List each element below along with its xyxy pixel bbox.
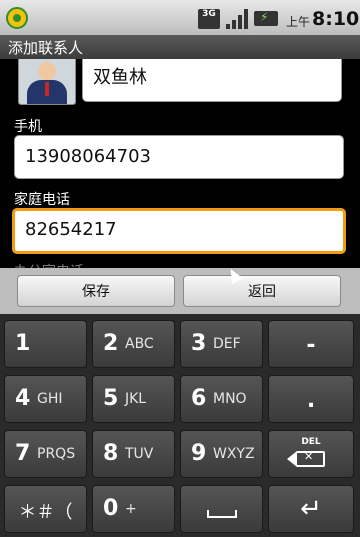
title-bar: 添加联系人 [0,35,360,60]
back-button[interactable]: 返回 [183,275,341,307]
key-7-digit: 7 [15,441,31,466]
home-phone-field[interactable]: 82654217 [12,208,346,254]
numeric-keyboard: 1 2 ABC 3 DEF - 4 GHI 5 JKL 6 MNO . 7 PR… [0,314,360,537]
key-symbols[interactable]: ＊＃（ [4,485,87,533]
enter-return-icon: ↵ [300,494,322,524]
app-notification-icon [6,7,28,29]
key-1-digit: 1 [15,331,31,356]
key-9-letters: WXYZ [213,446,255,462]
signal-strength-icon [226,9,248,29]
page-title: 添加联系人 [8,39,84,57]
name-field[interactable]: 双鱼林 [82,59,342,102]
key-enter[interactable]: ↵ [268,485,354,533]
key-5-digit: 5 [103,386,119,411]
key-0-plus: + [125,501,137,517]
key-3-digit: 3 [191,331,207,356]
key-7[interactable]: 7 PRQS [4,430,87,478]
key-4[interactable]: 4 GHI [4,375,87,423]
home-phone-label: 家庭电话 [14,192,70,208]
key-space[interactable] [180,485,263,533]
key-delete[interactable]: DEL [268,430,354,478]
key-6-letters: MNO [213,391,247,407]
key-8-letters: TUV [125,446,154,462]
key-0-digit: 0 [103,496,119,521]
key-period-symbol: . [306,388,316,413]
key-2[interactable]: 2 ABC [92,320,175,368]
key-2-letters: ABC [125,336,154,352]
key-3-letters: DEF [213,336,241,352]
status-bar: 3G 上午 8:10 [0,0,360,35]
key-symbols-label: ＊＃（ [18,502,73,523]
key-0[interactable]: 0 + [92,485,175,533]
key-4-digit: 4 [15,386,31,411]
avatar-tie-icon [45,82,49,96]
mobile-label: 手机 [14,119,42,135]
key-6-digit: 6 [191,386,207,411]
key-3[interactable]: 3 DEF [180,320,263,368]
mobile-field[interactable]: 13908064703 [14,135,344,179]
key-period[interactable]: . [268,375,354,423]
key-dash[interactable]: - [268,320,354,368]
battery-charging-icon [254,10,278,26]
status-ampm: 上午 [286,15,311,29]
key-8[interactable]: 8 TUV [92,430,175,478]
key-8-digit: 8 [103,441,119,466]
action-bar: 保存 返回 [0,268,360,314]
key-4-letters: GHI [37,391,63,407]
key-dash-symbol: - [306,333,316,358]
space-icon [207,510,237,518]
avatar-head-icon [38,62,56,80]
key-6[interactable]: 6 MNO [180,375,263,423]
key-1[interactable]: 1 [4,320,87,368]
backspace-icon [287,450,325,467]
status-time: 8:10 [312,8,360,30]
key-9-digit: 9 [191,441,207,466]
key-9[interactable]: 9 WXYZ [180,430,263,478]
network-3g-icon: 3G [198,9,220,29]
key-7-letters: PRQS [37,446,76,462]
key-5[interactable]: 5 JKL [92,375,175,423]
key-2-digit: 2 [103,331,119,356]
key-5-letters: JKL [125,391,147,407]
contact-photo[interactable] [18,59,76,105]
save-button[interactable]: 保存 [17,275,175,307]
key-delete-label: DEL [301,437,321,447]
